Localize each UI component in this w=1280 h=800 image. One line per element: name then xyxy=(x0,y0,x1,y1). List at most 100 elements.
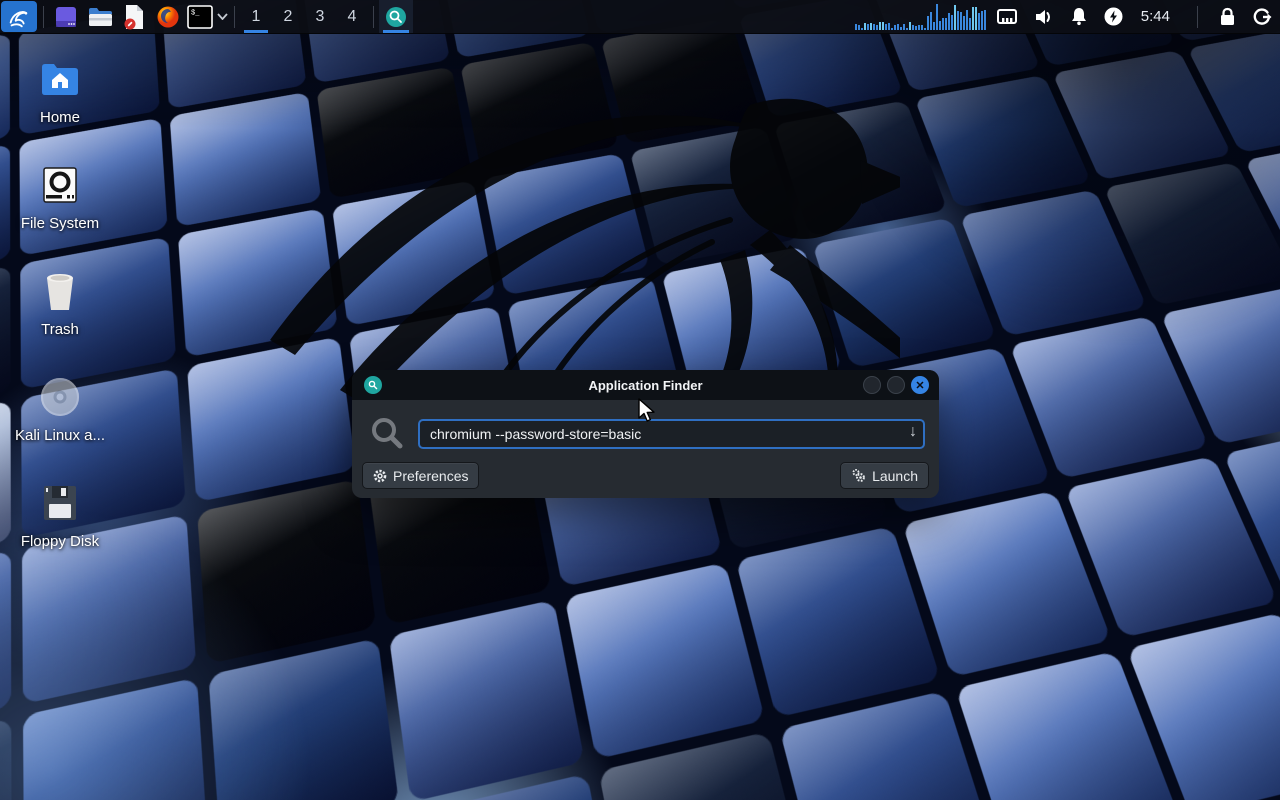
cpu-graph-bar xyxy=(882,22,884,30)
cpu-graph-bar xyxy=(894,25,896,30)
trash-bin-icon xyxy=(41,268,79,314)
cpu-graph-bar xyxy=(855,24,857,30)
preferences-button[interactable]: Preferences xyxy=(362,462,479,489)
hard-drive-icon xyxy=(40,162,80,208)
desktop-icon-trash[interactable]: Trash xyxy=(8,268,112,338)
history-dropdown-arrow-icon[interactable]: ↓ xyxy=(909,423,917,441)
cpu-graph-bar xyxy=(912,25,914,30)
workspace-1[interactable]: 1 xyxy=(240,0,272,33)
workspace-3[interactable]: 3 xyxy=(304,0,336,33)
wallpaper-cube xyxy=(389,600,585,800)
firefox-icon xyxy=(156,5,180,29)
launch-button[interactable]: Launch xyxy=(840,462,929,489)
panel-separator xyxy=(43,6,44,28)
launcher-desktop-app[interactable] xyxy=(49,0,83,33)
cpu-graph-bar xyxy=(864,23,866,30)
power-manager-icon[interactable] xyxy=(1104,7,1123,26)
close-button[interactable]: ✕ xyxy=(911,376,929,394)
wallpaper-cube xyxy=(209,638,400,800)
cpu-graph-bar xyxy=(909,22,911,30)
terminal-icon: $_ xyxy=(187,5,213,29)
cpu-graph-bar xyxy=(978,13,980,30)
notifications-bell-icon[interactable] xyxy=(1070,7,1088,26)
cpu-graph-bar xyxy=(942,18,944,30)
cpu-graph-bar xyxy=(930,12,932,30)
cpu-graph-bar xyxy=(963,16,965,30)
cpu-graph-bar xyxy=(975,7,977,30)
cpu-graph-bar xyxy=(927,16,929,30)
minimize-button[interactable] xyxy=(863,376,881,394)
cpu-graph-bar xyxy=(885,24,887,30)
taskbar-application-finder[interactable] xyxy=(379,0,413,33)
application-finder-window: Application Finder ✕ ↓ Preferences Launc… xyxy=(352,370,939,498)
cpu-graph-bar xyxy=(939,21,941,30)
desktop-icon-label: Kali Linux a... xyxy=(15,427,105,444)
cpu-graph-bar xyxy=(858,25,860,30)
top-panel: $_ 1 2 3 4 xyxy=(0,0,1280,34)
desktop-icon-home[interactable]: Home xyxy=(8,56,112,126)
desktop-icon-floppy-disk[interactable]: Floppy Disk xyxy=(8,480,112,550)
cpu-graph-bar xyxy=(951,15,953,30)
cpu-usage-graph[interactable] xyxy=(855,3,986,30)
terminal-dropdown-chevron-icon[interactable] xyxy=(215,0,229,33)
cpu-graph-bar xyxy=(945,18,947,30)
logout-icon[interactable] xyxy=(1252,7,1272,27)
panel-clock[interactable]: 5:44 xyxy=(1141,8,1170,25)
cpu-graph-bar xyxy=(876,25,878,30)
cpu-graph-bar xyxy=(897,24,899,30)
launcher-text-editor[interactable] xyxy=(117,0,151,33)
kali-menu-button[interactable] xyxy=(1,1,37,32)
cpu-graph-bar xyxy=(933,22,935,30)
wallpaper-cube xyxy=(0,550,12,745)
workspace-2[interactable]: 2 xyxy=(272,0,304,33)
folder-icon xyxy=(88,6,113,28)
panel-separator xyxy=(1197,6,1198,28)
desktop-icon-file-system[interactable]: File System xyxy=(8,162,112,232)
launch-label: Launch xyxy=(872,468,918,484)
lock-screen-icon[interactable] xyxy=(1219,7,1236,26)
workspace-label: 1 xyxy=(252,8,261,26)
launcher-terminal[interactable]: $_ xyxy=(185,0,215,33)
panel-separator xyxy=(373,6,374,28)
kali-logo-icon xyxy=(6,4,32,30)
volume-icon[interactable] xyxy=(1034,8,1054,26)
cpu-graph-bar xyxy=(984,10,986,30)
cpu-graph-bar xyxy=(954,5,956,30)
cpu-graph-bar xyxy=(915,26,917,30)
cpu-graph-bar xyxy=(900,27,902,30)
cpu-graph-bar xyxy=(861,28,863,30)
workspace-4[interactable]: 4 xyxy=(336,0,368,33)
desktop-icon-kali-linux[interactable]: Kali Linux a... xyxy=(8,374,112,444)
command-input-wrap: ↓ xyxy=(418,419,925,449)
system-tray: 5:44 xyxy=(996,6,1272,28)
network-icon[interactable] xyxy=(996,8,1018,26)
launcher-firefox[interactable] xyxy=(151,0,185,33)
cpu-graph-bar xyxy=(972,7,974,30)
panel-separator xyxy=(234,6,235,28)
maximize-button[interactable] xyxy=(887,376,905,394)
floppy-disk-icon xyxy=(40,480,80,526)
workspace-label: 2 xyxy=(284,8,293,26)
launcher-file-manager[interactable] xyxy=(83,0,117,33)
cpu-graph-bar xyxy=(948,13,950,30)
cpu-graph-bar xyxy=(918,25,920,30)
svg-text:$_: $_ xyxy=(191,9,200,17)
cpu-graph-bar xyxy=(879,22,881,30)
desktop-icon-label: Home xyxy=(40,109,80,126)
command-input[interactable] xyxy=(418,419,925,449)
close-icon: ✕ xyxy=(915,379,924,392)
cpu-graph-bar xyxy=(867,24,869,30)
cpu-graph-bar xyxy=(891,28,893,30)
cpu-graph-bar xyxy=(906,28,908,30)
cpu-graph-bar xyxy=(921,25,923,30)
cpu-graph-bar xyxy=(870,23,872,30)
desktop-app-icon xyxy=(54,5,78,29)
finder-titlebar[interactable]: Application Finder ✕ xyxy=(352,370,939,400)
wallpaper-cube xyxy=(565,562,766,759)
home-folder-icon xyxy=(40,56,80,102)
run-gears-icon xyxy=(851,468,866,483)
cpu-graph-bar xyxy=(936,4,938,30)
cpu-graph-bar xyxy=(969,18,971,30)
gear-icon xyxy=(373,469,387,483)
search-icon xyxy=(368,414,406,452)
